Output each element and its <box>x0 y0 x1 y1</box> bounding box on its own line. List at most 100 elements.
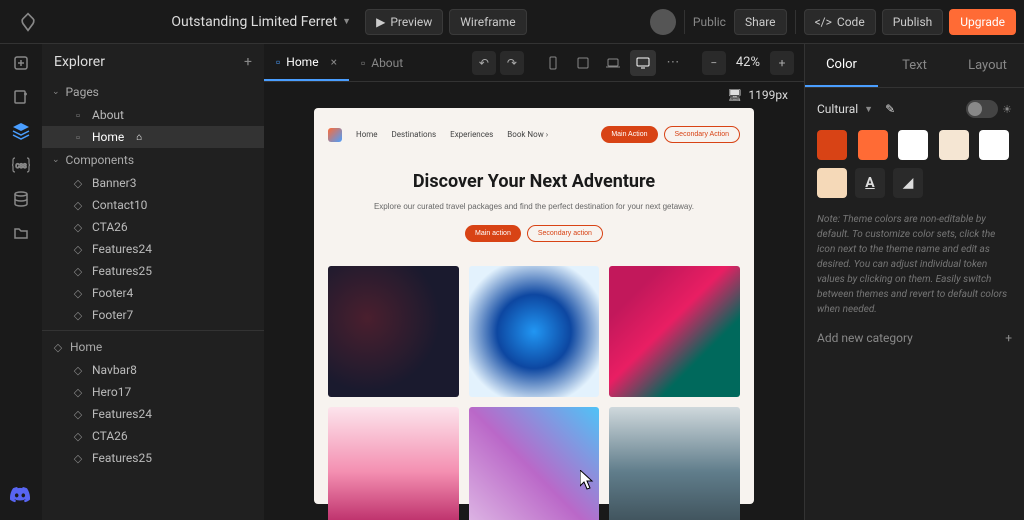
hero-primary-button[interactable]: Main action <box>465 225 521 242</box>
device-desktop-icon[interactable] <box>630 50 656 76</box>
page-about[interactable]: ▫About <box>42 104 264 126</box>
home-section[interactable]: ◇Home <box>42 335 264 359</box>
svg-text:CSS: CSS <box>15 163 26 170</box>
project-name-dropdown[interactable]: Outstanding Limited Ferret▼ <box>171 14 351 30</box>
page-icon: ▫ <box>361 56 365 70</box>
pages-section[interactable]: ⌄Pages <box>42 80 264 104</box>
nav-link[interactable]: Destinations <box>392 130 437 139</box>
text-color-tool[interactable]: A <box>855 168 885 198</box>
tab-layout[interactable]: Layout <box>951 44 1024 87</box>
color-swatch[interactable] <box>898 130 928 160</box>
database-icon[interactable] <box>10 188 32 210</box>
gallery-image[interactable] <box>328 407 459 520</box>
preview-nav: Home Destinations Experiences Book Now ›… <box>328 126 740 143</box>
theme-note: Note: Theme colors are non-editable by d… <box>817 212 1012 317</box>
gallery-image[interactable] <box>328 266 459 397</box>
code-button[interactable]: </>Code <box>804 9 876 35</box>
component-icon: ◇ <box>52 341 64 353</box>
nav-link[interactable]: Home <box>356 130 378 139</box>
canvas-width: 1199px <box>748 88 788 102</box>
preview-page[interactable]: Home Destinations Experiences Book Now ›… <box>314 108 754 504</box>
tab-home[interactable]: ▫Home× <box>264 44 349 81</box>
discord-icon[interactable] <box>10 487 30 508</box>
component-item[interactable]: ◇Contact10 <box>42 194 264 216</box>
page-icon: ▫ <box>72 131 84 143</box>
home-item[interactable]: ◇Features25 <box>42 447 264 469</box>
component-item[interactable]: ◇Footer4 <box>42 282 264 304</box>
main-action-button[interactable]: Main Action <box>601 126 657 143</box>
preview-gallery <box>328 266 740 520</box>
color-swatch[interactable] <box>858 130 888 160</box>
preview-button[interactable]: ▶Preview <box>365 9 443 35</box>
close-icon[interactable]: × <box>331 55 337 69</box>
add-category-button[interactable]: Add new category+ <box>817 331 1012 345</box>
tab-about[interactable]: ▫About <box>349 44 415 81</box>
redo-icon[interactable]: ↷ <box>500 51 524 75</box>
component-item[interactable]: ◇Features25 <box>42 260 264 282</box>
home-icon: ⌂ <box>136 132 142 143</box>
upgrade-button[interactable]: Upgrade <box>949 9 1016 35</box>
more-icon[interactable]: ⋯ <box>660 50 686 76</box>
hero-secondary-button[interactable]: Secondary action <box>527 225 603 242</box>
component-icon: ◇ <box>72 364 84 376</box>
nav-link[interactable]: Book Now › <box>507 130 548 139</box>
gallery-image[interactable] <box>469 266 600 397</box>
preview-logo <box>328 128 342 142</box>
tab-color[interactable]: Color <box>805 44 878 87</box>
css-icon[interactable]: CSS <box>10 154 32 176</box>
device-tablet-icon[interactable] <box>570 50 596 76</box>
layers-icon[interactable] <box>10 120 32 142</box>
component-item[interactable]: ◇Footer7 <box>42 304 264 326</box>
home-item[interactable]: ◇Features24 <box>42 403 264 425</box>
topbar: Outstanding Limited Ferret▼ ▶Preview Wir… <box>0 0 1024 44</box>
nav-link[interactable]: Experiences <box>450 130 493 139</box>
components-section[interactable]: ⌄Components <box>42 148 264 172</box>
component-icon: ◇ <box>72 309 84 321</box>
color-swatch[interactable] <box>817 168 847 198</box>
component-icon: ◇ <box>72 221 84 233</box>
add-page-icon[interactable] <box>10 86 32 108</box>
zoom-value: 42% <box>730 55 766 70</box>
color-swatch[interactable] <box>979 130 1009 160</box>
home-item[interactable]: ◇Hero17 <box>42 381 264 403</box>
folder-icon[interactable] <box>10 222 32 244</box>
user-avatar[interactable] <box>650 9 676 35</box>
gallery-image[interactable] <box>609 266 740 397</box>
device-laptop-icon[interactable] <box>600 50 626 76</box>
add-icon[interactable] <box>10 52 32 74</box>
component-icon: ◇ <box>72 386 84 398</box>
color-swatch[interactable] <box>939 130 969 160</box>
home-item[interactable]: ◇CTA26 <box>42 425 264 447</box>
publish-button[interactable]: Publish <box>882 9 944 35</box>
zoom-out-button[interactable]: − <box>702 51 726 75</box>
color-swatch[interactable] <box>817 130 847 160</box>
home-item[interactable]: ◇Navbar8 <box>42 359 264 381</box>
page-icon: ▫ <box>276 55 280 69</box>
share-button[interactable]: Share <box>734 9 787 35</box>
hero-title[interactable]: Discover Your Next Adventure <box>328 171 740 192</box>
component-icon: ◇ <box>72 177 84 189</box>
gallery-image[interactable] <box>609 407 740 520</box>
component-item[interactable]: ◇Features24 <box>42 238 264 260</box>
theme-dropdown[interactable]: Cultural▼✎ <box>817 102 895 116</box>
hero-subtitle[interactable]: Explore our curated travel packages and … <box>328 202 740 211</box>
theme-toggle[interactable] <box>966 100 998 118</box>
gallery-image[interactable] <box>469 407 600 520</box>
tab-text[interactable]: Text <box>878 44 951 87</box>
component-item[interactable]: ◇Banner3 <box>42 172 264 194</box>
wireframe-button[interactable]: Wireframe <box>449 9 526 35</box>
component-icon: ◇ <box>72 430 84 442</box>
edit-icon[interactable]: ✎ <box>885 102 895 116</box>
add-explorer-icon[interactable]: + <box>244 54 252 70</box>
component-icon: ◇ <box>72 265 84 277</box>
secondary-action-button[interactable]: Secondary Action <box>664 126 740 143</box>
page-home[interactable]: ▫Home⌂ <box>42 126 264 148</box>
fill-tool[interactable]: ◢ <box>893 168 923 198</box>
device-mobile-icon[interactable] <box>540 50 566 76</box>
component-icon: ◇ <box>72 199 84 211</box>
zoom-in-button[interactable]: + <box>770 51 794 75</box>
undo-icon[interactable]: ↶ <box>472 51 496 75</box>
component-item[interactable]: ◇CTA26 <box>42 216 264 238</box>
sun-icon: ☀ <box>1002 103 1012 116</box>
component-icon: ◇ <box>72 243 84 255</box>
